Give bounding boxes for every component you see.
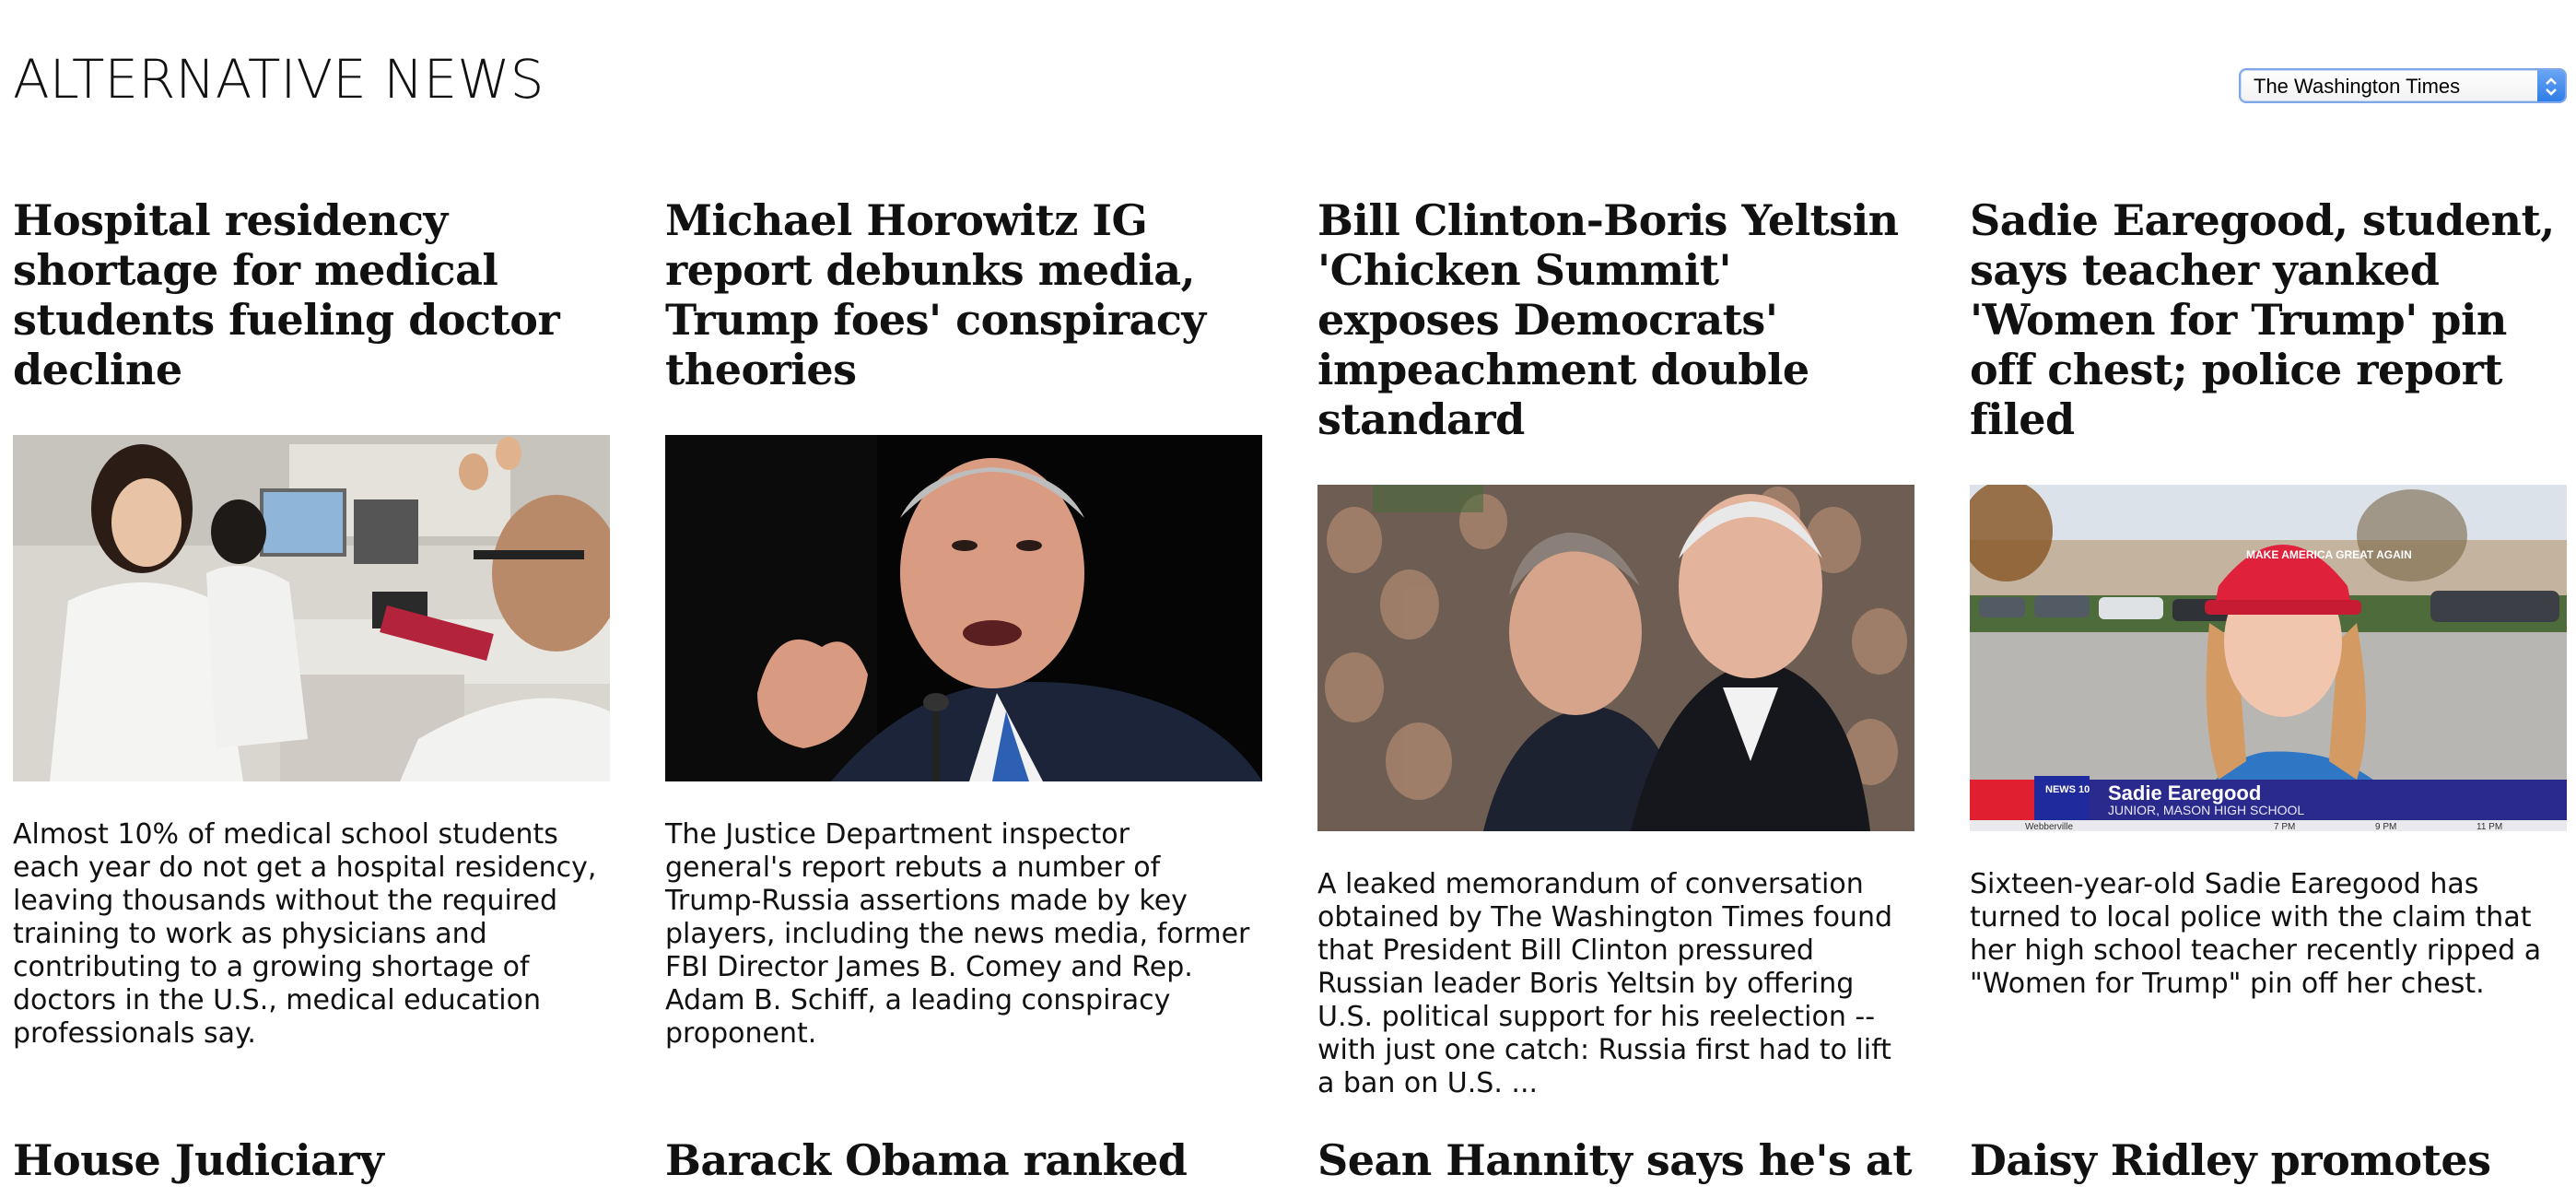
cap-slogan-text: MAKE AMERICA GREAT AGAIN [2246, 548, 2412, 561]
article-card[interactable]: Michael Horowitz IG report debunks media… [665, 195, 1262, 1051]
article-card[interactable]: Daisy Ridley promotes [1970, 1135, 2567, 1185]
news-source-select-value: The Washington Times [2254, 75, 2461, 98]
site-title: ALTERNATIVE NEWS [13, 48, 544, 111]
article-headline[interactable]: Barack Obama ranked [665, 1135, 1262, 1185]
news-source-select[interactable]: The Washington Times [2239, 68, 2567, 103]
article-card[interactable]: Sadie Earegood, student, says teacher ya… [1970, 195, 2567, 1001]
lower-third-subtitle: JUNIOR, MASON HIGH SCHOOL [2108, 803, 2304, 817]
channel-logo-text: NEWS 10 [2045, 784, 2090, 795]
article-photo-sadie[interactable]: MAKE AMERICA GREAT AGAIN NEWS 10 Sadie E… [1970, 485, 2567, 831]
article-card[interactable]: Bill Clinton-Boris Yeltsin 'Chicken Summ… [1317, 195, 1914, 1100]
article-card[interactable]: Sean Hannity says he's at [1317, 1135, 1914, 1185]
lower-third-name: Sadie Earegood [2108, 781, 2261, 805]
article-headline[interactable]: Bill Clinton-Boris Yeltsin 'Chicken Summ… [1317, 195, 1914, 444]
article-summary: Sixteen-year-old Sadie Earegood has turn… [1970, 868, 2542, 1000]
article-headline[interactable]: Sean Hannity says he's at [1317, 1135, 1914, 1185]
article-headline[interactable]: Daisy Ridley promotes [1970, 1135, 2567, 1185]
article-headline[interactable]: Michael Horowitz IG report debunks media… [665, 195, 1262, 394]
article-headline[interactable]: Sadie Earegood, student, says teacher ya… [1970, 195, 2567, 444]
article-photo-horowitz[interactable] [665, 435, 1262, 781]
page-header: ALTERNATIVE NEWS The Washington Times [13, 48, 2567, 122]
article-headline[interactable]: House Judiciary [13, 1135, 610, 1185]
article-photo-clinton-yeltsin[interactable] [1317, 485, 1914, 831]
ticker-time: 11 PM [2476, 822, 2502, 831]
article-summary: The Justice Department inspector general… [665, 818, 1250, 1050]
article-card[interactable]: Hospital residency shortage for medical … [13, 195, 610, 1051]
article-headline[interactable]: Hospital residency shortage for medical … [13, 195, 610, 394]
select-chevron-icon [2537, 70, 2565, 101]
article-card[interactable]: House Judiciary [13, 1135, 610, 1185]
article-summary: A leaked memorandum of conversation obta… [1317, 868, 1892, 1099]
article-card[interactable]: Barack Obama ranked [665, 1135, 1262, 1185]
ticker-town: Webberville [2025, 822, 2073, 831]
article-photo-hospital[interactable] [13, 435, 610, 781]
article-summary: Almost 10% of medical school students ea… [13, 818, 597, 1050]
ticker-time: 9 PM [2375, 822, 2396, 831]
ticker-time: 7 PM [2274, 822, 2295, 831]
